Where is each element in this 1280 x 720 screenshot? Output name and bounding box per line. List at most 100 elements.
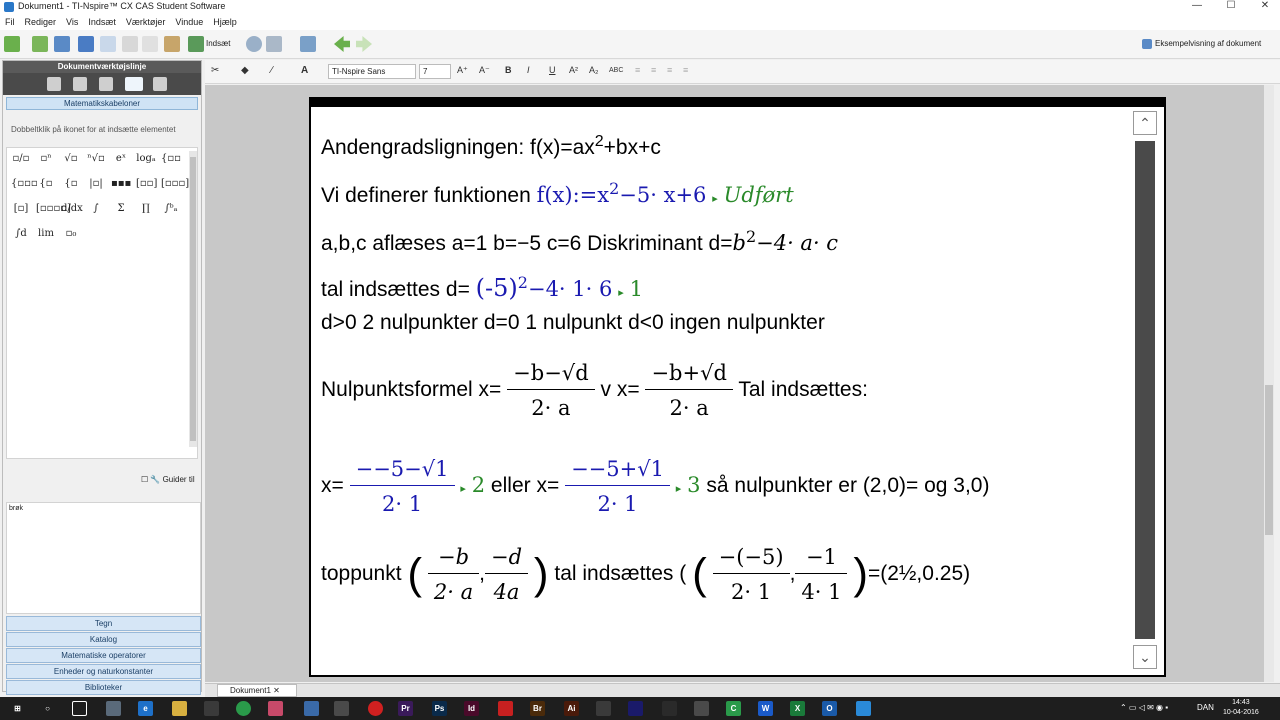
template-item[interactable]: |▫|: [86, 175, 106, 193]
tab-content-icon[interactable]: [153, 77, 167, 91]
redo-icon[interactable]: [100, 36, 116, 52]
accordion-katalog[interactable]: Katalog: [6, 632, 201, 647]
template-item[interactable]: {▫▫▫: [11, 175, 38, 193]
taskbar-app-5-icon[interactable]: [628, 701, 643, 716]
search-icon[interactable]: ○: [40, 701, 55, 716]
template-item[interactable]: {▫: [61, 175, 81, 193]
tab-pages-icon[interactable]: [73, 77, 87, 91]
line-root-count-rules[interactable]: d>0 2 nulpunkter d=0 1 nulpunkt d<0 inge…: [321, 311, 825, 335]
template-item[interactable]: d/dx: [61, 200, 83, 218]
justify-icon[interactable]: ≡: [683, 65, 688, 75]
close-button[interactable]: ✕: [1248, 0, 1280, 14]
line-quadratic-equation[interactable]: Andengradsligningen: f(x)=ax2+bx+c: [321, 133, 661, 160]
taskbar-app-4-icon[interactable]: [596, 701, 611, 716]
line-insert-discriminant[interactable]: tal indsættes d= (-5)2−4· 1· 6 ▸ 1: [321, 273, 643, 302]
template-item[interactable]: lim: [36, 225, 56, 243]
taskbar-app-2-icon[interactable]: [268, 701, 283, 716]
template-item[interactable]: ∏: [136, 200, 156, 218]
template-item[interactable]: ▪▪▪: [111, 175, 131, 193]
guide-toggle[interactable]: ☐ 🔧 Guider til: [141, 475, 195, 484]
tab-variables-icon[interactable]: [99, 77, 113, 91]
scroll-up-icon[interactable]: ⌃: [1133, 111, 1157, 135]
increase-font-icon[interactable]: A⁺: [457, 65, 468, 76]
store-icon[interactable]: [204, 701, 219, 716]
tab-math-icon[interactable]: [125, 77, 143, 91]
menu-fil[interactable]: Fil: [0, 17, 20, 27]
template-item[interactable]: ∫: [86, 200, 106, 218]
template-item[interactable]: ∫ᵇₐ: [161, 200, 181, 218]
accordion-units[interactable]: Enheder og naturkonstanter: [6, 664, 201, 679]
line-quadratic-formula[interactable]: Nulpunktsformel x= −b−√d 2· a v x= −b+√d 2…: [321, 361, 868, 420]
template-item[interactable]: {▫▫: [161, 150, 181, 168]
template-item[interactable]: eˣ: [111, 150, 131, 168]
cut-icon[interactable]: [122, 36, 138, 52]
close-tab-icon[interactable]: ✕: [273, 686, 280, 695]
undo-icon[interactable]: [78, 36, 94, 52]
template-scrollbar[interactable]: [189, 151, 197, 447]
line-vertex[interactable]: toppunkt ( −b 2· a, −d 4a ) tal indsættes (…: [321, 545, 970, 604]
page-scrollbar[interactable]: ⌃ ⌄: [1131, 107, 1159, 673]
insert-label[interactable]: Indsæt: [206, 39, 230, 48]
task-view-icon[interactable]: [72, 701, 87, 716]
line-roots-computed[interactable]: x= −−5−√1 2· 1 ▸ 2 eller x= −−5+√1 2· 1 ▸ …: [321, 457, 989, 516]
subscript-icon[interactable]: A₂: [589, 65, 599, 75]
preview-label[interactable]: Eksempelvisning af dokument: [1155, 39, 1261, 48]
template-item[interactable]: ∫d: [11, 225, 31, 243]
acrobat-icon[interactable]: [498, 701, 513, 716]
bridge-icon[interactable]: Br: [530, 701, 545, 716]
explorer-icon[interactable]: [172, 701, 187, 716]
template-item[interactable]: {▫: [36, 175, 56, 193]
accordion-tegn[interactable]: Tegn: [6, 616, 201, 631]
page-scroll-track[interactable]: [1135, 141, 1155, 639]
menu-vaerktoejer[interactable]: Værktøjer: [121, 17, 171, 27]
copy-icon[interactable]: [142, 36, 158, 52]
align-center-icon[interactable]: ≡: [651, 65, 656, 75]
bold-icon[interactable]: B: [505, 65, 512, 75]
menu-vindue[interactable]: Vindue: [170, 17, 208, 27]
scrollbar-thumb[interactable]: [190, 157, 196, 441]
back-arrow-icon[interactable]: [334, 36, 350, 52]
paste-icon[interactable]: [164, 36, 180, 52]
template-item[interactable]: ⁿ√▫: [86, 150, 106, 168]
illustrator-icon[interactable]: Ai: [564, 701, 579, 716]
language-indicator[interactable]: DAN: [1197, 703, 1214, 712]
template-item[interactable]: [▫]: [11, 200, 31, 218]
template-item[interactable]: [▫▫▫]: [161, 175, 189, 193]
screenshot-icon[interactable]: [266, 36, 282, 52]
tools-icon[interactable]: ✂: [211, 65, 219, 76]
line-color-icon[interactable]: ∕: [271, 65, 273, 76]
menu-indsaet[interactable]: Indsæt: [83, 17, 121, 27]
menu-hjaelp[interactable]: Hjælp: [208, 17, 242, 27]
font-size-select[interactable]: 7: [419, 64, 451, 79]
line-define-function[interactable]: Vi definerer funktionen f(x):=x2−5· x+6 …: [321, 179, 794, 208]
text-color-icon[interactable]: A: [301, 65, 308, 76]
template-item[interactable]: logₐ: [136, 150, 156, 168]
fill-color-icon[interactable]: ◆: [241, 65, 249, 76]
window-scroll-thumb[interactable]: [1265, 385, 1273, 535]
save-icon[interactable]: [54, 36, 70, 52]
scroll-down-icon[interactable]: ⌄: [1133, 645, 1157, 669]
maximize-button[interactable]: ☐: [1214, 0, 1248, 14]
start-icon[interactable]: ⊞: [10, 701, 25, 716]
accordion-libraries[interactable]: Biblioteker: [6, 680, 201, 695]
opera-icon[interactable]: [368, 701, 383, 716]
tab-tools-icon[interactable]: [47, 77, 61, 91]
align-left-icon[interactable]: ≡: [635, 65, 640, 75]
calculator-app-icon[interactable]: [334, 701, 349, 716]
font-select[interactable]: TI-Nspire Sans: [328, 64, 416, 79]
template-item[interactable]: √▫: [61, 150, 81, 168]
template-item[interactable]: ▫₀: [61, 225, 81, 243]
insert-icon[interactable]: [188, 36, 204, 52]
premiere-icon[interactable]: Pr: [398, 701, 413, 716]
taskbar-app-3-icon[interactable]: [304, 701, 319, 716]
template-item[interactable]: [▫▫]: [136, 175, 157, 193]
taskbar-app-7-icon[interactable]: [694, 701, 709, 716]
strikethrough-icon[interactable]: ABC: [609, 67, 623, 74]
superscript-icon[interactable]: A²: [569, 65, 578, 75]
word-icon[interactable]: W: [758, 701, 773, 716]
open-icon[interactable]: [32, 36, 48, 52]
forward-arrow-icon[interactable]: [356, 36, 372, 52]
taskbar-app-8-icon[interactable]: C: [726, 701, 741, 716]
document-tab[interactable]: Dokument1 ✕: [217, 684, 297, 697]
accordion-operators[interactable]: Matematiske operatorer: [6, 648, 201, 663]
